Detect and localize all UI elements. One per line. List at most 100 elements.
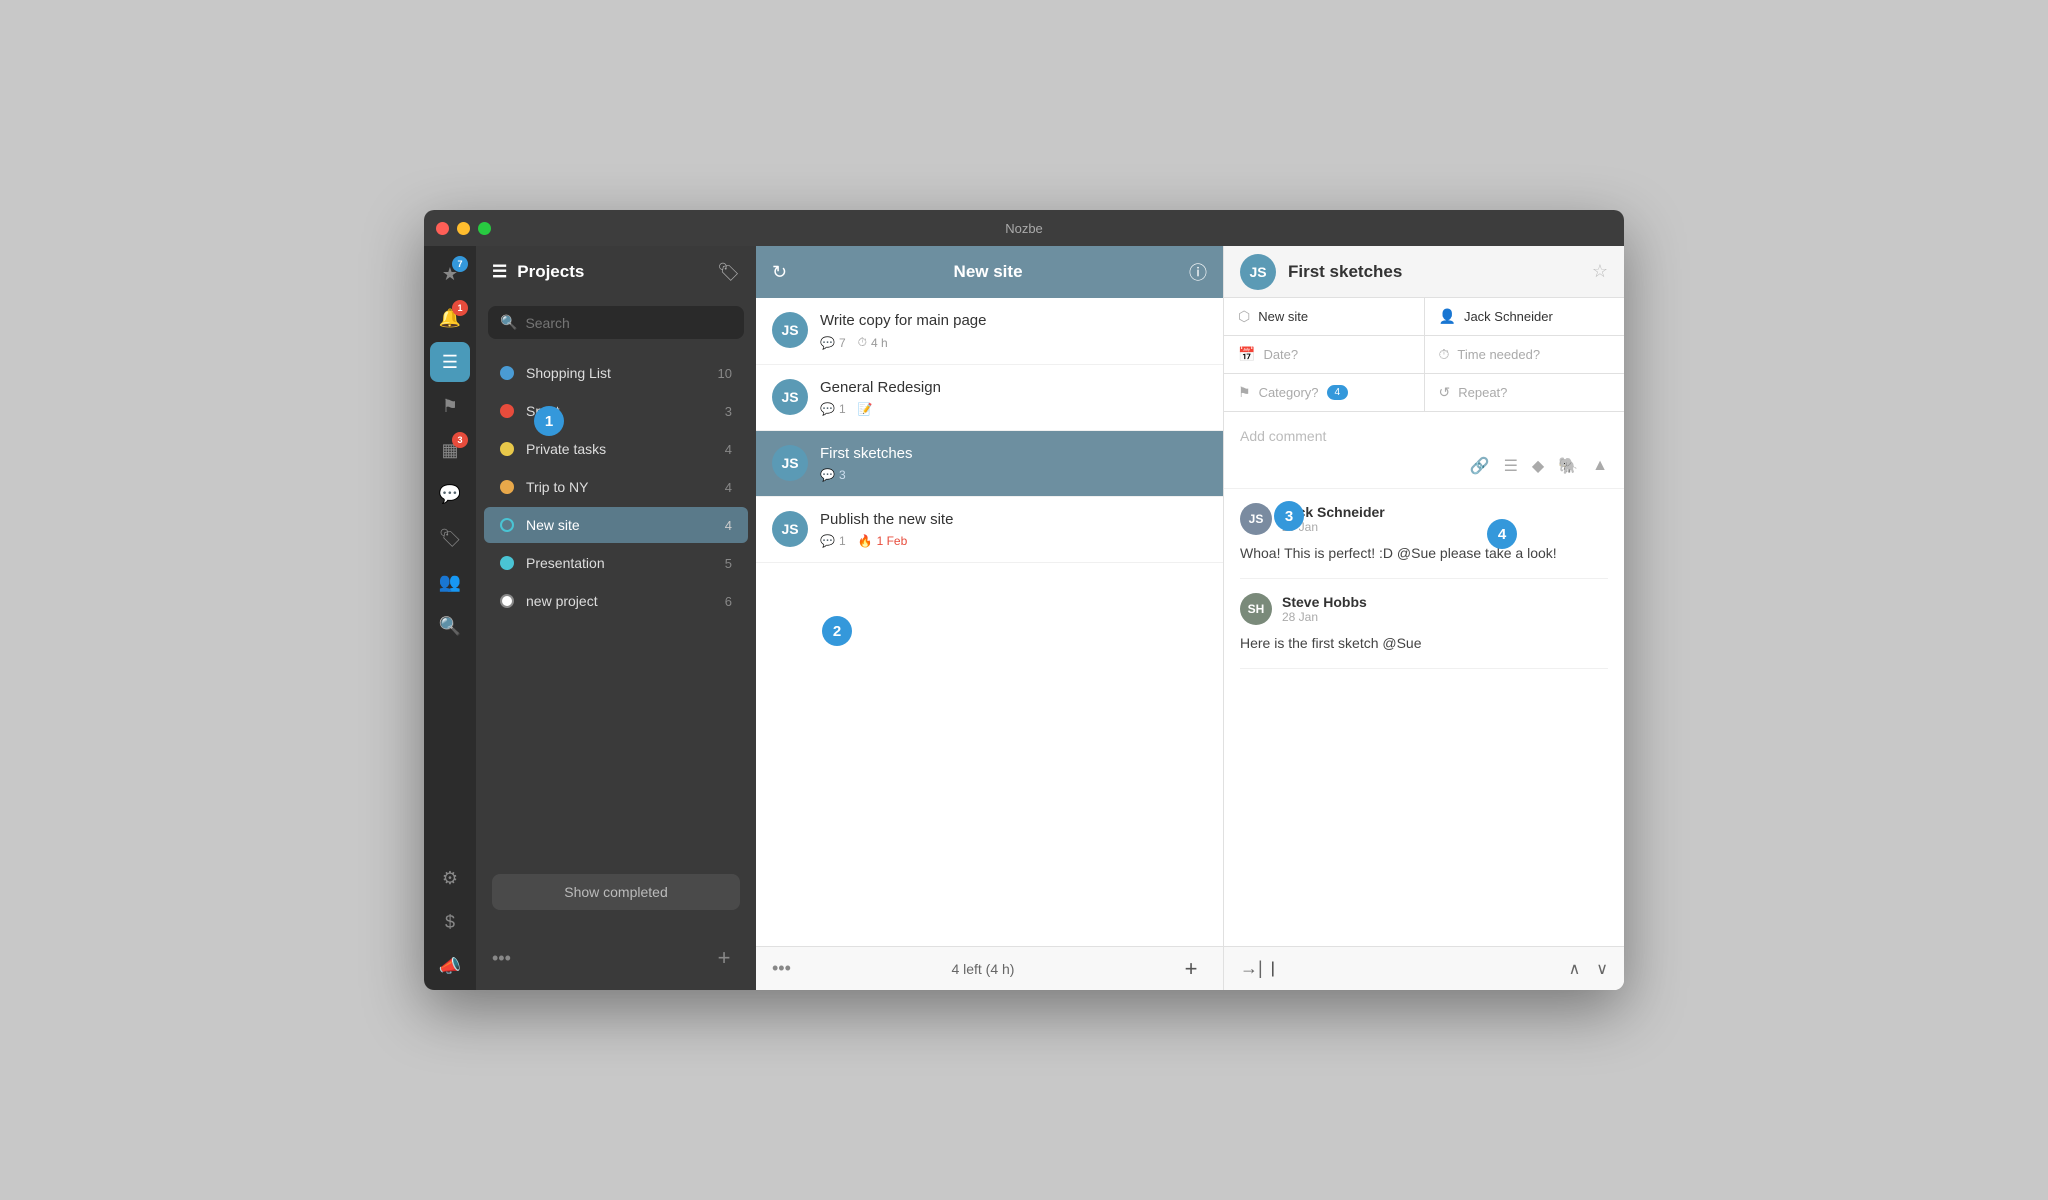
comment-count: 1 [839,534,846,548]
detail-field-repeat[interactable]: ↺ Repeat? [1425,374,1625,411]
tasks-more-dots[interactable]: ••• [772,958,791,979]
sidebar-item-inbox[interactable]: 🔔 1 [430,298,470,338]
task-title-first-sketches: First sketches [820,445,1207,462]
navigate-up-icon[interactable]: ∧ [1569,959,1581,979]
comment-text-1: Whoa! This is perfect! :D @Sue please ta… [1240,543,1608,564]
checklist-icon[interactable]: ☰ [1504,456,1518,476]
indent-icon[interactable]: →| [1240,958,1263,979]
project-item-tripny[interactable]: Trip to NY 4 [484,469,748,505]
priority-badge: 7 [452,256,468,272]
search-box[interactable]: 🔍 [488,306,744,339]
task-content-first-sketches: First sketches 💬 3 [820,445,1207,482]
task-item-publish[interactable]: JS Publish the new site 💬 1 🔥 1 Feb [756,497,1223,563]
projects-panel: ☰ Projects 🏷 🔍 Shopping List 10 [476,246,756,990]
sidebar-item-settings[interactable]: ⚙ [430,858,470,898]
sidebar-item-projects[interactable]: ☰ [430,342,470,382]
evernote-icon[interactable]: 🐘 [1558,456,1578,476]
minimize-button[interactable] [457,222,470,235]
project-dot-shopping [500,366,514,380]
detail-header: JS First sketches ☆ [1224,246,1624,298]
add-project-button[interactable]: + [708,942,740,974]
info-icon[interactable]: ⓘ [1189,259,1207,285]
show-completed-button[interactable]: Show completed [492,874,740,910]
detail-field-category[interactable]: ⚑ Category? 4 [1224,374,1424,411]
navigate-down-icon[interactable]: ∨ [1596,959,1608,979]
comment-avatar-1: JS [1240,503,1272,535]
star-button[interactable]: ☆ [1592,261,1608,282]
time-field-icon: ⏱ [1439,346,1450,363]
detail-repeat-value: Repeat? [1458,385,1507,400]
tasks-panel: ↻ New site ⓘ JS Write copy for main page… [756,246,1224,990]
project-item-sport[interactable]: Sport 3 [484,393,748,429]
task-comments-general-redesign: 💬 1 [820,402,846,416]
project-item-newsite[interactable]: New site 4 [484,507,748,543]
projects-footer: ••• + [476,926,756,990]
comment-placeholder[interactable]: Add comment [1240,424,1608,448]
tag-filter-icon[interactable]: 🏷 [717,262,740,283]
detail-field-time[interactable]: ⏱ Time needed? [1425,336,1625,373]
tutorial-badge-3: 3 [1274,501,1304,531]
comment-tools: 🔗 ☰ ◆ 🐘 ▲ [1240,456,1608,476]
project-item-presentation[interactable]: Presentation 5 [484,545,748,581]
add-task-button[interactable]: + [1175,953,1207,985]
repeat-field-icon: ↺ [1439,384,1451,401]
sidebar-item-announce[interactable]: 📣 [430,946,470,986]
detail-task-title: First sketches [1288,262,1580,282]
sidebar-item-team[interactable]: 👥 [430,562,470,602]
task-item-general-redesign[interactable]: JS General Redesign 💬 1 📝 [756,365,1223,431]
tutorial-badge-2: 2 [822,616,852,646]
project-count-newsite: 4 [725,518,732,533]
detail-panel: JS First sketches ☆ ⬡ New site 👤 Jack Sc… [1224,246,1624,990]
task-title-publish: Publish the new site [820,511,1207,528]
project-name-newproject: new project [526,593,725,609]
task-item-first-sketches[interactable]: JS First sketches 💬 3 [756,431,1223,497]
projects-more-icon[interactable]: ••• [492,948,511,969]
project-item-private[interactable]: Private tasks 4 [484,431,748,467]
project-count-tripny: 4 [725,480,732,495]
cursor-indicator: | [1271,960,1275,978]
task-content-publish: Publish the new site 💬 1 🔥 1 Feb [820,511,1207,548]
comments-list: JS Jack Schneider 29 Jan Whoa! This is p… [1224,489,1624,946]
detail-field-date[interactable]: 📅 Date? [1224,336,1424,373]
detail-date-value: Date? [1263,347,1298,362]
project-item-newproject[interactable]: new project 6 [484,583,748,619]
sidebar-item-billing[interactable]: $ [430,902,470,942]
dropbox-icon[interactable]: ◆ [1532,456,1544,476]
sidebar-item-calendar[interactable]: ▦ 3 [430,430,470,470]
task-item-write-copy[interactable]: JS Write copy for main page 💬 7 ⏱ 4 h [756,298,1223,365]
due-date: 1 Feb [877,534,908,548]
task-meta-general-redesign: 💬 1 📝 [820,402,1207,416]
search-magnifier-icon: 🔍 [500,314,517,331]
project-count-shopping: 10 [718,366,732,381]
search-input[interactable] [525,315,732,331]
fire-icon: 🔥 [858,534,873,548]
task-comments-publish: 💬 1 [820,534,846,548]
task-title-write-copy: Write copy for main page [820,312,1207,329]
task-content-write-copy: Write copy for main page 💬 7 ⏱ 4 h [820,312,1207,350]
comment-input-row: Add comment [1240,424,1608,448]
project-item-shopping[interactable]: Shopping List 10 [484,355,748,391]
sidebar-item-search[interactable]: 🔍 [430,606,470,646]
project-dot-tripny [500,480,514,494]
comment-text-2: Here is the first sketch @Sue [1240,633,1608,654]
sidebar-item-flags[interactable]: ⚑ [430,386,470,426]
task-meta-first-sketches: 💬 3 [820,468,1207,482]
detail-field-project[interactable]: ⬡ New site [1224,298,1424,335]
comment-author-2: Steve Hobbs [1282,594,1367,610]
megaphone-icon: 📣 [439,956,461,977]
project-name-shopping: Shopping List [526,365,718,381]
maximize-button[interactable] [478,222,491,235]
drive-icon[interactable]: ▲ [1592,457,1608,475]
notes-icon: 📝 [858,402,873,416]
project-dot-private [500,442,514,456]
comment-count: 7 [839,336,846,350]
sync-icon[interactable]: ↻ [772,262,787,283]
sidebar-item-chat[interactable]: 💬 [430,474,470,514]
tasks-count: 4 left (4 h) [951,961,1014,977]
sidebar-item-priority[interactable]: ★ 7 [430,254,470,294]
detail-field-assignee[interactable]: 👤 Jack Schneider [1425,298,1625,335]
close-button[interactable] [436,222,449,235]
project-name-presentation: Presentation [526,555,725,571]
attach-icon[interactable]: 🔗 [1470,456,1490,476]
sidebar-item-tags[interactable]: 🏷 [430,518,470,558]
